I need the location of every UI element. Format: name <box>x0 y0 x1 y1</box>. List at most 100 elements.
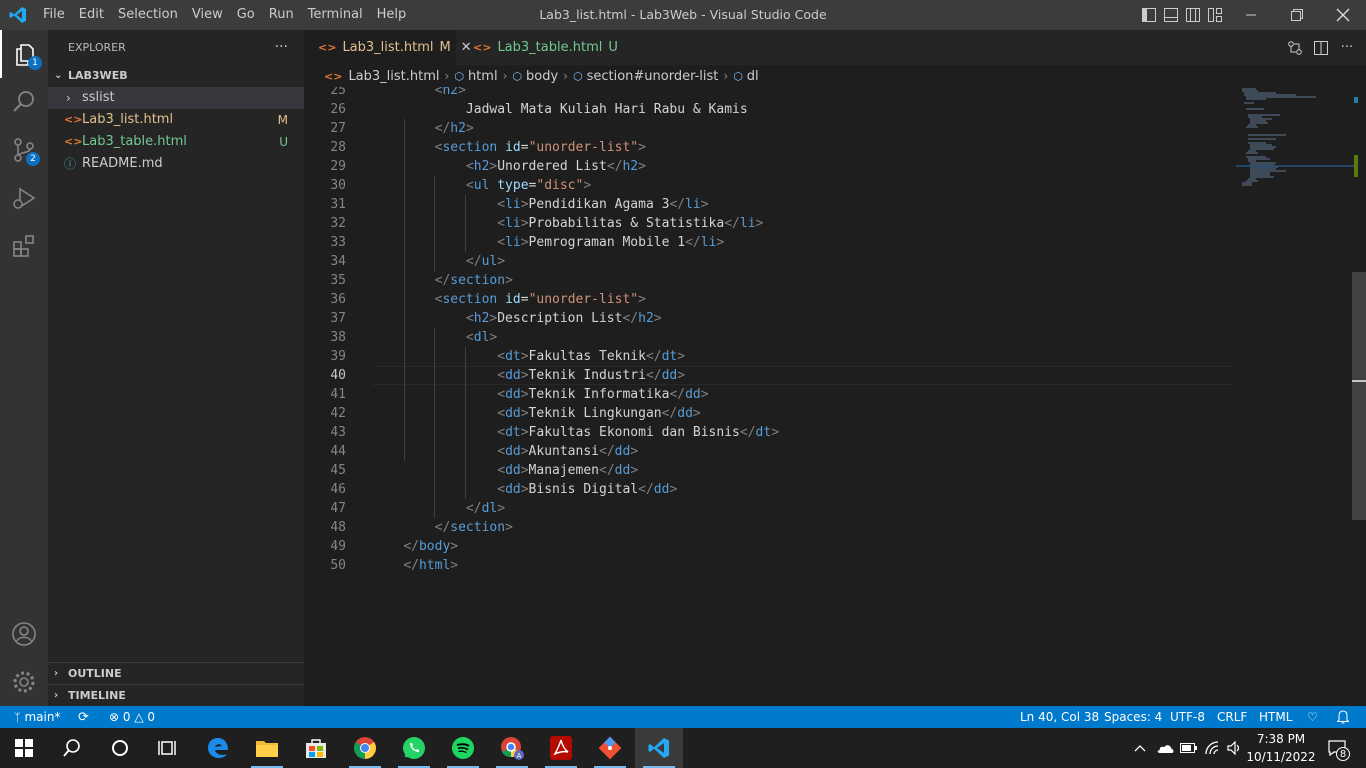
toggle-secondary-sidebar-icon[interactable] <box>1182 0 1204 30</box>
git-taskbar-app[interactable] <box>586 728 634 768</box>
source-control-activity[interactable]: 2 <box>0 126 48 174</box>
store-taskbar-app[interactable] <box>292 728 340 768</box>
tree-item-lab3-table[interactable]: <> Lab3_table.html U <box>48 131 304 153</box>
start-button[interactable] <box>0 728 48 768</box>
menu-edit[interactable]: Edit <box>72 0 111 30</box>
tab-lab3-list[interactable]: <> Lab3_list.html M ✕ <box>304 30 472 65</box>
breadcrumb-body[interactable]: body <box>526 69 558 84</box>
breadcrumb-file[interactable]: Lab3_list.html <box>348 69 439 84</box>
manage-activity[interactable] <box>0 658 48 706</box>
code-line[interactable]: 28 <section id="unorder-list"> <box>304 138 1232 157</box>
code-line[interactable]: 48 </section> <box>304 518 1232 537</box>
sync-button[interactable]: ⟳ <box>78 706 89 728</box>
menu-go[interactable]: Go <box>230 0 262 30</box>
restore-button[interactable] <box>1274 0 1320 30</box>
chrome-taskbar-app[interactable] <box>341 728 389 768</box>
menu-view[interactable]: View <box>185 0 230 30</box>
explorer-activity[interactable]: 1 <box>0 30 48 78</box>
tab-lab3-table[interactable]: <> Lab3_table.html U <box>459 30 619 65</box>
search-activity[interactable] <box>0 78 48 126</box>
code-line[interactable]: 40 <dd>Teknik Industri</dd> <box>304 366 1232 385</box>
code-line[interactable]: 45 <dd>Manajemen</dd> <box>304 461 1232 480</box>
problems-status[interactable]: ⊗ 0 △ 0 <box>109 706 155 728</box>
code-line[interactable]: 31 <li>Pendidikan Agama 3</li> <box>304 195 1232 214</box>
code-line[interactable]: 41 <dd>Teknik Informatika</dd> <box>304 385 1232 404</box>
scrollbar-thumb[interactable] <box>1352 272 1366 520</box>
branch-status[interactable]: ᛉ main* <box>14 706 60 728</box>
code-line[interactable]: 33 <li>Pemrograman Mobile 1</li> <box>304 233 1232 252</box>
tree-item-lab3-list[interactable]: <> Lab3_list.html M <box>48 109 304 131</box>
eol-status[interactable]: CRLF <box>1217 706 1247 728</box>
language-mode[interactable]: HTML <box>1259 706 1292 728</box>
workspace-folder-header[interactable]: ⌄ LAB3WEB <box>48 65 304 87</box>
cursor-position[interactable]: Ln 40, Col 38 <box>1020 706 1099 728</box>
breadcrumb-html[interactable]: html <box>468 69 498 84</box>
extensions-activity[interactable] <box>0 222 48 270</box>
code-line[interactable]: 32 <li>Probabilitas & Statistika</li> <box>304 214 1232 233</box>
file-explorer-taskbar-app[interactable] <box>243 728 291 768</box>
code-editor[interactable]: 25 <h2> 26 Jadwal Mata Kuliah Hari Rabu &… <box>304 87 1366 706</box>
cortana-button[interactable] <box>96 728 144 768</box>
code-line[interactable]: 36 <section id="unorder-list"> <box>304 290 1232 309</box>
menu-file[interactable]: File <box>36 0 72 30</box>
code-line[interactable]: 35 </section> <box>304 271 1232 290</box>
menu-terminal[interactable]: Terminal <box>301 0 370 30</box>
code-line[interactable]: 30 <ul type="disc"> <box>304 176 1232 195</box>
code-line[interactable]: 29 <h2>Unordered List</h2> <box>304 157 1232 176</box>
close-window-button[interactable] <box>1320 0 1366 30</box>
code-line[interactable]: 42 <dd>Teknik Lingkungan</dd> <box>304 404 1232 423</box>
volume-icon[interactable] <box>1225 728 1245 768</box>
accounts-activity[interactable] <box>0 610 48 658</box>
feedback-icon[interactable]: ♡ <box>1307 706 1318 728</box>
code-line[interactable]: 44 <dd>Akuntansi</dd> <box>304 442 1232 461</box>
code-line[interactable]: 37 <h2>Description List</h2> <box>304 309 1232 328</box>
breadcrumb-dl[interactable]: dl <box>747 69 759 84</box>
run-debug-activity[interactable] <box>0 174 48 222</box>
customize-layout-icon[interactable] <box>1204 0 1226 30</box>
onedrive-icon[interactable] <box>1154 728 1176 768</box>
edge-taskbar-app[interactable] <box>194 728 242 768</box>
code-line[interactable]: 25 <h2> <box>304 87 1232 100</box>
more-editor-actions-icon[interactable]: ··· <box>1334 40 1360 55</box>
chrome-profile-taskbar-app[interactable]: A <box>488 728 536 768</box>
encoding-status[interactable]: UTF-8 <box>1170 706 1205 728</box>
system-clock[interactable]: 7:38 PM 10/11/2022 <box>1246 728 1316 768</box>
open-changes-icon[interactable] <box>1282 40 1308 56</box>
breadcrumb-section[interactable]: section#unorder-list <box>587 69 719 84</box>
menu-selection[interactable]: Selection <box>111 0 185 30</box>
toggle-primary-sidebar-icon[interactable] <box>1138 0 1160 30</box>
editor-scrollbar[interactable] <box>1352 87 1366 706</box>
menu-run[interactable]: Run <box>262 0 301 30</box>
code-line[interactable]: 47 </dl> <box>304 499 1232 518</box>
taskbar-search-button[interactable] <box>48 728 96 768</box>
code-line[interactable]: 38 <dl> <box>304 328 1232 347</box>
code-line[interactable]: 26 Jadwal Mata Kuliah Hari Rabu & Kamis <box>304 100 1232 119</box>
task-view-button[interactable] <box>144 728 192 768</box>
whatsapp-taskbar-app[interactable] <box>390 728 438 768</box>
outline-section[interactable]: › OUTLINE <box>48 662 304 685</box>
more-actions-button[interactable]: ··· <box>275 30 288 65</box>
timeline-section[interactable]: › TIMELINE <box>48 684 304 707</box>
action-center-button[interactable]: 8 <box>1322 728 1352 768</box>
code-line[interactable]: 49 </body> <box>304 537 1232 556</box>
battery-icon[interactable] <box>1178 728 1200 768</box>
minimap[interactable] <box>1236 87 1354 706</box>
menu-help[interactable]: Help <box>370 0 414 30</box>
tree-item-sslist[interactable]: › sslist <box>48 87 304 109</box>
code-line[interactable]: 50 </html> <box>304 556 1232 575</box>
code-line[interactable]: 46 <dd>Bisnis Digital</dd> <box>304 480 1232 499</box>
tree-item-readme[interactable]: ⓘ README.md <box>48 153 304 175</box>
show-hidden-icons-button[interactable] <box>1130 728 1150 768</box>
vscode-taskbar-app[interactable] <box>635 728 683 768</box>
minimize-button[interactable] <box>1228 0 1274 30</box>
spotify-taskbar-app[interactable] <box>439 728 487 768</box>
code-line[interactable]: 27 </h2> <box>304 119 1232 138</box>
code-line[interactable]: 34 </ul> <box>304 252 1232 271</box>
wifi-icon[interactable] <box>1203 728 1225 768</box>
toggle-panel-icon[interactable] <box>1160 0 1182 30</box>
code-line[interactable]: 43 <dt>Fakultas Ekonomi dan Bisnis</dt> <box>304 423 1232 442</box>
acrobat-taskbar-app[interactable] <box>537 728 585 768</box>
indentation-status[interactable]: Spaces: 4 <box>1104 706 1162 728</box>
code-line[interactable]: 39 <dt>Fakultas Teknik</dt> <box>304 347 1232 366</box>
bell-icon[interactable] <box>1336 706 1350 728</box>
